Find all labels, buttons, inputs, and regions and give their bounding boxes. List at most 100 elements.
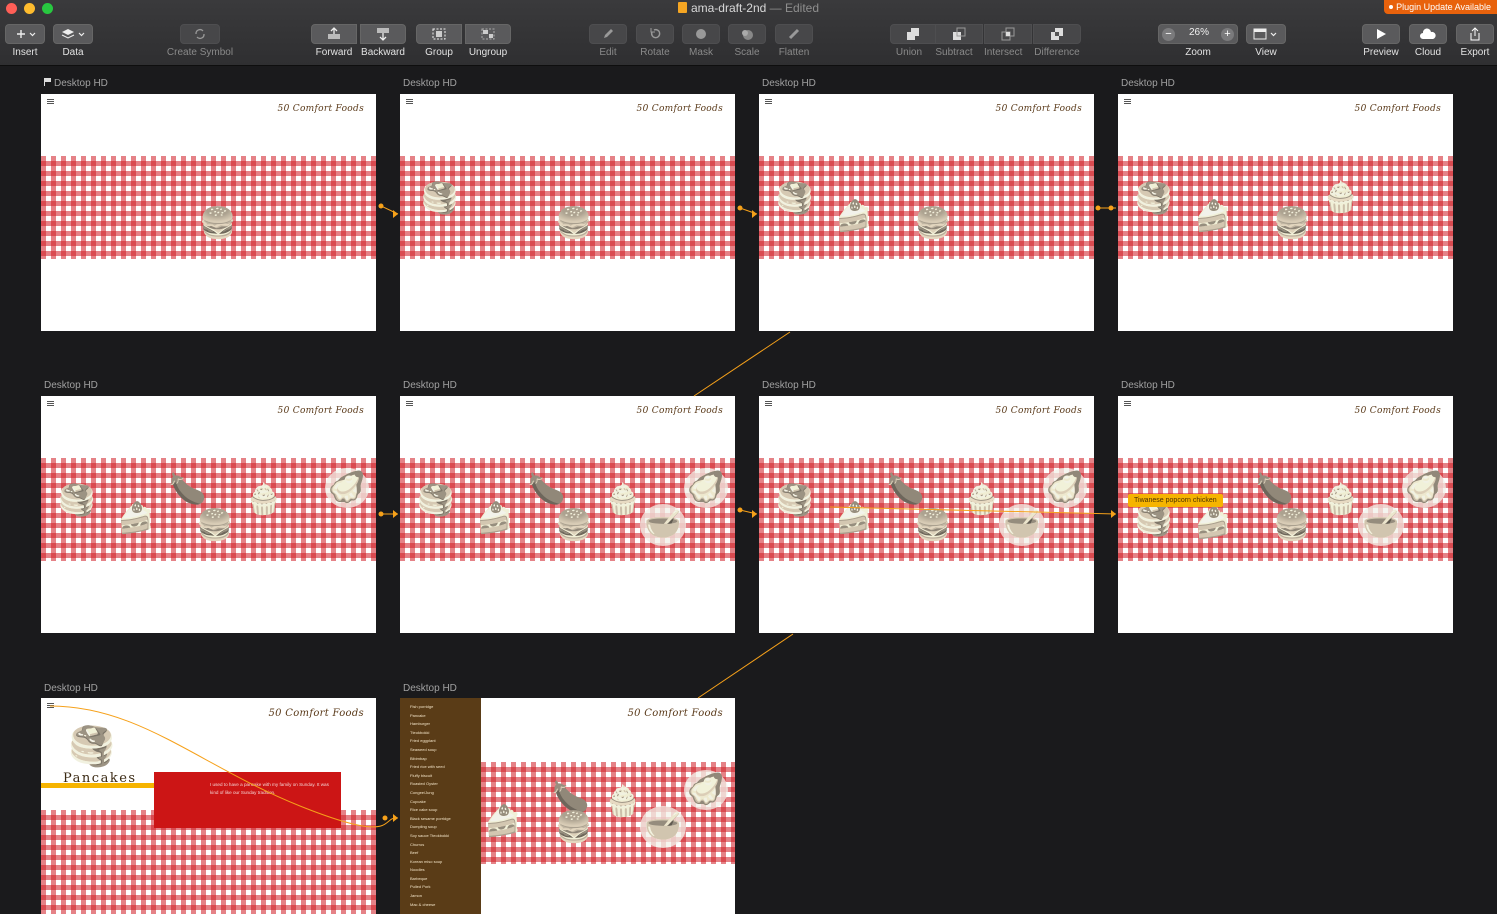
rotate-tool[interactable]: Rotate: [636, 24, 674, 58]
hamburger-icon[interactable]: 🍔: [196, 202, 240, 246]
export-tool[interactable]: Export: [1456, 24, 1494, 58]
zoom-in-button[interactable]: +: [1221, 28, 1234, 41]
food-list-item[interactable]: Hamburger: [410, 720, 481, 729]
preview-tool[interactable]: Preview: [1362, 24, 1400, 58]
artboard-label[interactable]: Desktop HD: [403, 78, 457, 89]
hamburger-icon[interactable]: 🍔: [911, 202, 955, 246]
soup-bowl-icon[interactable]: 🥣: [999, 504, 1045, 546]
food-list-item[interactable]: Noodles: [410, 866, 481, 875]
pancake-stack-icon[interactable]: 🥞: [49, 476, 105, 526]
backward-tool[interactable]: Backward: [360, 24, 406, 58]
backward-button[interactable]: [360, 24, 406, 44]
food-list-item[interactable]: Beef: [410, 849, 481, 858]
intersect-button[interactable]: [984, 24, 1032, 44]
artboard-2[interactable]: 50 Comfort Foods 🥞 🍔: [400, 94, 735, 331]
rotate-button[interactable]: [636, 24, 674, 44]
artboard-label[interactable]: Desktop HD: [44, 683, 98, 694]
food-list-item[interactable]: Fish porridge: [410, 703, 481, 712]
cloud-tool[interactable]: Cloud: [1409, 24, 1447, 58]
cloud-button[interactable]: [1409, 24, 1447, 44]
hamburger-menu-icon[interactable]: [765, 401, 772, 406]
artboard-6[interactable]: 50 Comfort Foods 🥞 🍰 🍆 🍔 🧁 🥣 🦪: [400, 396, 735, 633]
pancake-stack-icon[interactable]: 🥞: [1126, 174, 1182, 224]
oyster-icon[interactable]: 🦪: [1402, 468, 1446, 508]
hamburger-menu-icon[interactable]: [47, 99, 54, 104]
hamburger-menu-icon[interactable]: [406, 99, 413, 104]
artboard-label[interactable]: Desktop HD: [44, 380, 98, 391]
artboard-8[interactable]: 50 Comfort Foods 🥞 🍰 🍆 🍔 🧁 🥣 🦪 Tiwanese …: [1118, 396, 1453, 633]
insert-button[interactable]: [5, 24, 45, 44]
difference-button[interactable]: [1033, 24, 1081, 44]
food-list-item[interactable]: Roasted Oyster: [410, 780, 481, 789]
soup-bowl-icon[interactable]: 🥣: [1358, 504, 1404, 546]
hamburger-icon[interactable]: 🍔: [193, 504, 237, 548]
hamburger-icon[interactable]: 🍔: [552, 202, 596, 246]
hamburger-menu-icon[interactable]: [1124, 99, 1131, 104]
canvas[interactable]: Desktop HD 50 Comfort Foods 🍔 Desktop HD…: [0, 66, 1497, 914]
food-list-item[interactable]: Congee/Jung: [410, 789, 481, 798]
intersect-tool[interactable]: Intersect: [984, 24, 1032, 58]
hamburger-menu-icon[interactable]: [47, 703, 54, 708]
group-tool[interactable]: Group: [416, 24, 462, 58]
subtract-tool[interactable]: Subtract: [935, 24, 983, 58]
soup-bowl-icon[interactable]: 🥣: [640, 504, 686, 546]
cupcake-icon[interactable]: 🧁: [600, 476, 646, 524]
cake-slice-icon[interactable]: 🍰: [1182, 192, 1244, 242]
union-tool[interactable]: Union: [890, 24, 936, 58]
oyster-icon[interactable]: 🦪: [684, 468, 728, 508]
cake-slice-icon[interactable]: 🍰: [464, 494, 526, 544]
food-list-item[interactable]: Cupcake: [410, 798, 481, 807]
food-list-item[interactable]: Fried rice with seed: [410, 763, 481, 772]
hamburger-menu-icon[interactable]: [406, 401, 413, 406]
view-tool[interactable]: View: [1246, 24, 1286, 58]
food-list-item[interactable]: Mac & cheese: [410, 901, 481, 910]
cupcake-icon[interactable]: 🧁: [1318, 476, 1364, 524]
artboard-label[interactable]: Desktop HD: [1121, 78, 1175, 89]
hamburger-menu-icon[interactable]: [1124, 401, 1131, 406]
artboard-5[interactable]: 50 Comfort Foods 🥞 🍰 🍆 🍔 🧁 🦪: [41, 396, 376, 633]
export-button[interactable]: [1456, 24, 1494, 44]
cake-slice-icon[interactable]: 🍰: [481, 800, 525, 844]
hamburger-icon[interactable]: 🍔: [1270, 504, 1314, 548]
create-symbol-tool[interactable]: Create Symbol: [163, 24, 237, 58]
hamburger-icon[interactable]: 🍔: [552, 806, 596, 850]
flatten-tool[interactable]: Flatten: [775, 24, 813, 58]
food-list-item[interactable]: Rice cake soup: [410, 806, 481, 815]
soup-bowl-icon[interactable]: 🥣: [640, 806, 686, 848]
insert-tool[interactable]: Insert: [5, 24, 45, 58]
food-list-item[interactable]: Soy sauce Tteokbokki: [410, 832, 481, 841]
cake-slice-icon[interactable]: 🍰: [1182, 500, 1244, 548]
union-button[interactable]: [890, 24, 936, 44]
difference-tool[interactable]: Difference: [1033, 24, 1081, 58]
forward-button[interactable]: [311, 24, 357, 44]
artboard-label[interactable]: Desktop HD: [403, 683, 457, 694]
food-list-item[interactable]: Seaweed soup: [410, 746, 481, 755]
cake-slice-icon[interactable]: 🍰: [823, 494, 885, 544]
subtract-button[interactable]: [935, 24, 983, 44]
preview-button[interactable]: [1362, 24, 1400, 44]
scale-button[interactable]: [728, 24, 766, 44]
hamburger-menu-icon[interactable]: [765, 99, 772, 104]
hamburger-icon[interactable]: 🍔: [552, 504, 596, 548]
pancake-stack-icon[interactable]: 🥞: [408, 476, 464, 526]
cupcake-icon[interactable]: 🧁: [1318, 174, 1364, 222]
artboard-label[interactable]: Desktop HD: [1121, 380, 1175, 391]
data-button[interactable]: [53, 24, 93, 44]
cupcake-icon[interactable]: 🧁: [241, 476, 287, 524]
artboard-10[interactable]: Fish porridge Pancake Hamburger Tteokbok…: [400, 698, 735, 914]
create-symbol-button[interactable]: [180, 24, 220, 44]
food-list-item[interactable]: Fluffy biscuit: [410, 772, 481, 781]
pancake-stack-icon[interactable]: 🥞: [767, 174, 823, 224]
food-list-item[interactable]: Tteokbokki: [410, 729, 481, 738]
food-list-item[interactable]: Churros: [410, 841, 481, 850]
zoom-level[interactable]: 26%: [1179, 27, 1219, 38]
artboard-label[interactable]: Desktop HD: [403, 380, 457, 391]
food-list-item[interactable]: Black sesame porridge: [410, 815, 481, 824]
cake-slice-icon[interactable]: 🍰: [105, 494, 167, 544]
food-list-item[interactable]: Korean miso soup: [410, 858, 481, 867]
hamburger-icon[interactable]: 🍔: [1270, 202, 1314, 246]
ungroup-button[interactable]: [465, 24, 511, 44]
hamburger-menu-icon[interactable]: [47, 401, 54, 406]
ungroup-tool[interactable]: Ungroup: [465, 24, 511, 58]
mask-button[interactable]: [682, 24, 720, 44]
